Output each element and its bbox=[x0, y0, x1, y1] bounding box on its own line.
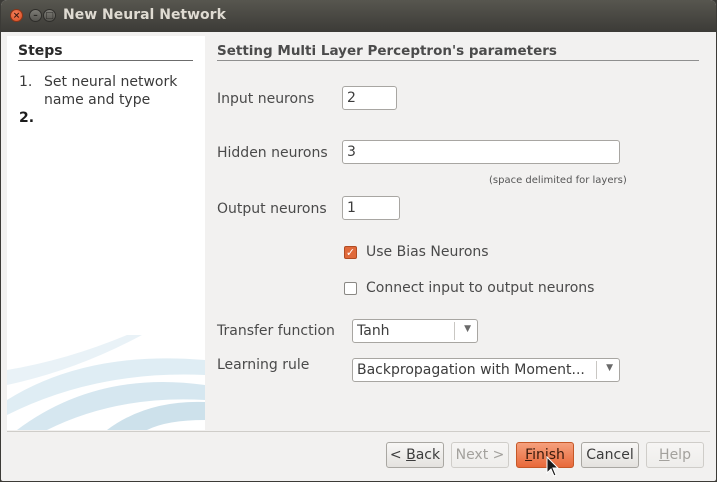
pointer-arrow-icon bbox=[546, 456, 560, 477]
next-button[interactable]: Next > bbox=[451, 442, 509, 468]
decorative-swirl-graphic bbox=[7, 335, 205, 430]
connect-io-label: Connect input to output neurons bbox=[366, 280, 595, 296]
steps-divider bbox=[18, 60, 193, 61]
output-neurons-field[interactable] bbox=[342, 196, 400, 220]
use-bias-checkbox[interactable]: ✓ bbox=[344, 246, 357, 259]
minimize-window-button[interactable]: – bbox=[29, 9, 42, 22]
connect-io-checkbox[interactable] bbox=[344, 282, 357, 295]
footer-divider bbox=[7, 431, 710, 432]
combo-separator bbox=[596, 361, 597, 379]
finish-button[interactable]: Finish bbox=[516, 442, 574, 468]
help-mnemonic: H bbox=[659, 447, 670, 463]
steps-panel: Steps 1. Set neural network name and typ… bbox=[7, 36, 205, 430]
input-neurons-label: Input neurons bbox=[217, 91, 315, 107]
transfer-function-label: Transfer function bbox=[217, 323, 335, 339]
learning-rule-value: Backpropagation with Moment... bbox=[357, 362, 585, 378]
step-number: 1. bbox=[19, 74, 33, 90]
heading-divider bbox=[217, 60, 699, 61]
back-mnemonic: B bbox=[406, 447, 416, 463]
learning-rule-label: Learning rule bbox=[217, 357, 310, 373]
back-label: ack bbox=[415, 447, 441, 463]
back-button[interactable]: < Back bbox=[386, 442, 444, 468]
title-bar[interactable]: × – □ New Neural Network bbox=[1, 0, 716, 32]
step-label: Set neural network name and type bbox=[44, 74, 178, 108]
combo-separator bbox=[454, 322, 455, 340]
step-number: 2. bbox=[19, 110, 35, 126]
close-window-button[interactable]: × bbox=[10, 9, 23, 22]
use-bias-checkbox-row[interactable]: ✓ Use Bias Neurons bbox=[344, 244, 544, 264]
step-2: 2. bbox=[19, 109, 199, 129]
transfer-function-select[interactable]: Tanh ▼ bbox=[352, 319, 478, 343]
chevron-down-icon[interactable]: ▼ bbox=[464, 324, 471, 334]
chevron-down-icon[interactable]: ▼ bbox=[606, 363, 613, 373]
window-title: New Neural Network bbox=[63, 7, 226, 23]
section-heading: Setting Multi Layer Perceptron's paramet… bbox=[217, 43, 557, 59]
hidden-neurons-field[interactable] bbox=[342, 140, 620, 164]
step-1: 1. Set neural network name and type bbox=[19, 73, 199, 113]
steps-title: Steps bbox=[18, 43, 63, 59]
cancel-button[interactable]: Cancel bbox=[581, 442, 639, 468]
transfer-function-value: Tanh bbox=[357, 323, 390, 339]
dialog-window: × – □ New Neural Network Steps 1. Set ne… bbox=[1, 0, 716, 481]
hidden-neurons-hint: (space delimited for layers) bbox=[489, 175, 627, 186]
hidden-neurons-label: Hidden neurons bbox=[217, 145, 328, 161]
input-neurons-field[interactable] bbox=[342, 86, 397, 110]
help-label: elp bbox=[669, 447, 691, 463]
parameters-panel: Setting Multi Layer Perceptron's paramet… bbox=[205, 36, 710, 430]
use-bias-label: Use Bias Neurons bbox=[366, 244, 489, 260]
help-button[interactable]: Help bbox=[646, 442, 704, 468]
output-neurons-label: Output neurons bbox=[217, 201, 327, 217]
maximize-window-button[interactable]: □ bbox=[43, 9, 56, 22]
back-prefix: < bbox=[389, 447, 407, 463]
learning-rule-select[interactable]: Backpropagation with Moment... ▼ bbox=[352, 358, 620, 382]
connect-io-checkbox-row[interactable]: Connect input to output neurons bbox=[344, 280, 644, 300]
